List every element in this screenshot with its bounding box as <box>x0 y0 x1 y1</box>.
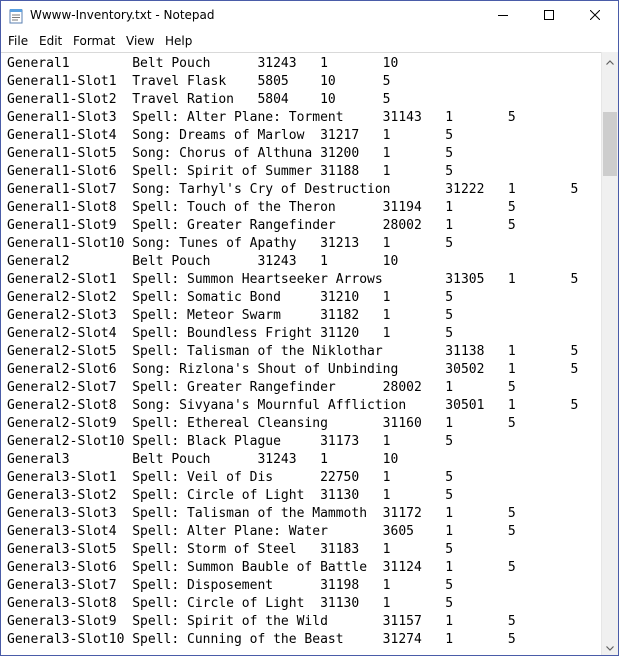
notepad-window: Wwww-Inventory.txt - Notepad File Edit F… <box>0 0 619 656</box>
maximize-button[interactable] <box>526 1 572 31</box>
minimize-button[interactable] <box>480 1 526 31</box>
chevron-down-icon <box>606 638 614 656</box>
menu-view[interactable]: View <box>126 34 154 48</box>
document-text[interactable]: General1 Belt Pouch 31243 1 10 General1-… <box>7 55 578 649</box>
minimize-icon <box>498 7 508 25</box>
close-icon <box>589 7 601 25</box>
window-title: Wwww-Inventory.txt - Notepad <box>30 8 215 22</box>
title-bar[interactable]: Wwww-Inventory.txt - Notepad <box>1 1 618 31</box>
text-editor-area[interactable]: General1 Belt Pouch 31243 1 10 General1-… <box>1 52 601 655</box>
menu-format[interactable]: Format <box>73 34 115 48</box>
vertical-scrollbar[interactable] <box>601 52 618 655</box>
close-button[interactable] <box>572 1 618 31</box>
menu-edit[interactable]: Edit <box>39 34 62 48</box>
menu-help[interactable]: Help <box>165 34 192 48</box>
maximize-icon <box>544 7 554 25</box>
chevron-up-icon <box>606 52 614 70</box>
scroll-down-button[interactable] <box>602 638 618 655</box>
menu-bar: File Edit Format View Help <box>1 31 618 52</box>
scrollbar-thumb[interactable] <box>603 112 617 176</box>
menu-file[interactable]: File <box>8 34 28 48</box>
scroll-up-button[interactable] <box>602 52 618 69</box>
notepad-icon <box>9 8 23 24</box>
